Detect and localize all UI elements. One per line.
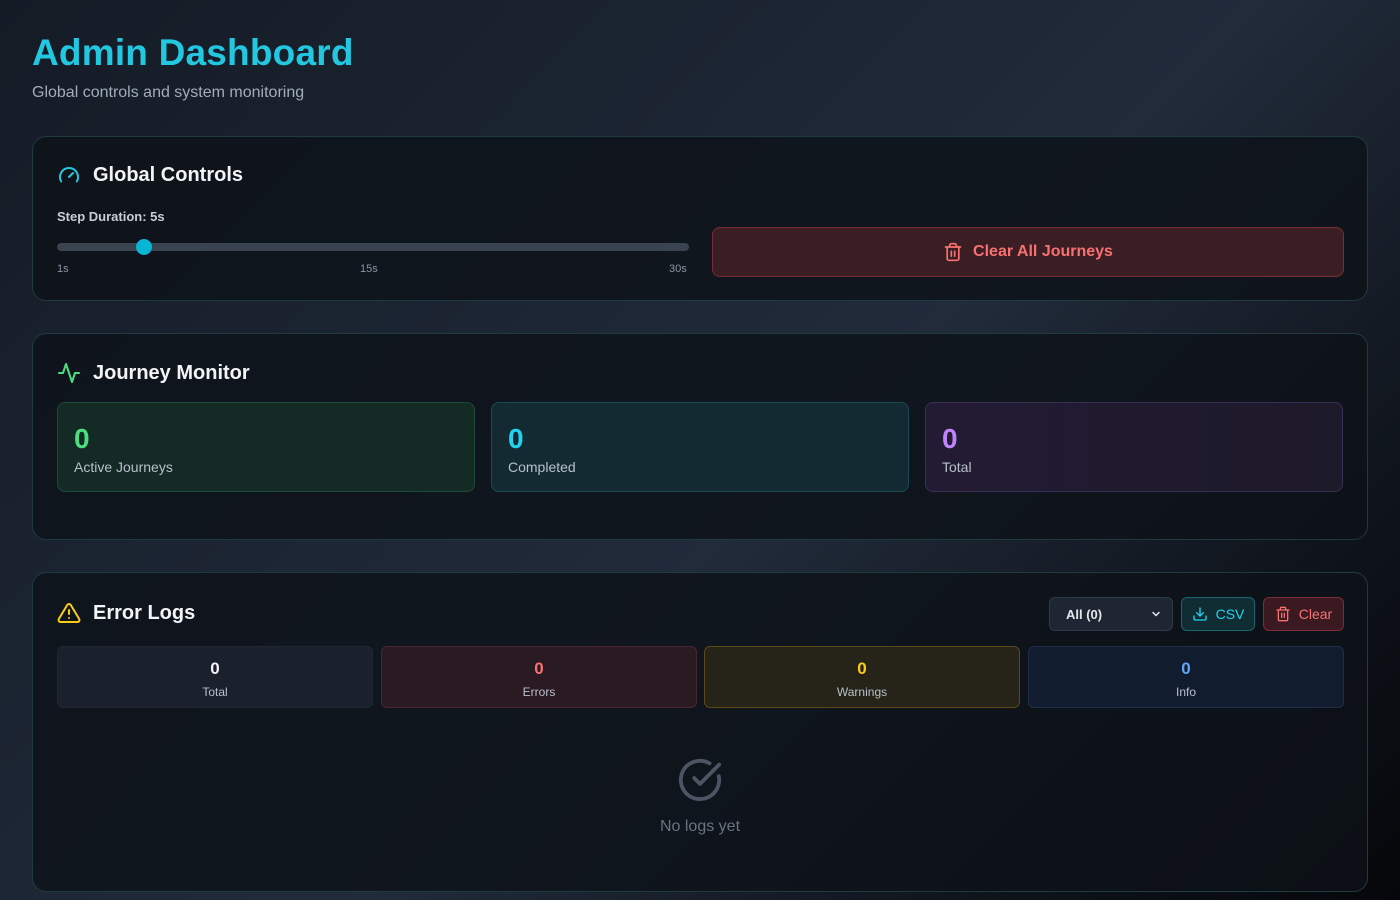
log-total-stat: 0 Total	[57, 646, 373, 708]
slider-thumb[interactable]	[136, 239, 153, 255]
log-total-value: 0	[210, 659, 220, 678]
export-csv-label: CSV	[1215, 606, 1245, 622]
global-controls-header: Global Controls	[57, 163, 243, 187]
page-subtitle: Global controls and system monitoring	[32, 84, 305, 101]
logs-empty-state: No logs yet	[33, 757, 1367, 836]
log-info-value: 0	[1181, 659, 1191, 678]
log-total-label: Total	[202, 685, 228, 699]
log-info-label: Info	[1175, 685, 1196, 699]
global-controls-card: Global Controls Step Duration: 5s 1s 15s…	[32, 136, 1368, 301]
slider-tick-mid: 15s	[360, 263, 378, 275]
log-errors-stat: 0 Errors	[381, 646, 697, 708]
completed-journeys-value: 0	[508, 423, 524, 454]
log-warnings-value: 0	[857, 659, 867, 678]
activity-icon	[57, 361, 81, 385]
error-logs-card: Error Logs All (0) CSV Clear 0 Total 0 E…	[32, 572, 1368, 892]
journey-monitor-header: Journey Monitor	[57, 361, 250, 385]
clear-logs-button[interactable]: Clear	[1263, 597, 1344, 631]
log-filter-value: All (0)	[1066, 606, 1103, 622]
total-journeys-stat: 0 Total	[925, 402, 1343, 492]
log-errors-value: 0	[534, 659, 544, 678]
warning-icon	[57, 601, 81, 625]
check-circle-icon	[677, 757, 723, 803]
download-icon	[1192, 606, 1208, 622]
active-journeys-label: Active Journeys	[74, 459, 173, 475]
log-errors-label: Errors	[522, 685, 556, 699]
step-duration-slider[interactable]	[57, 239, 689, 255]
trash-icon	[943, 242, 963, 262]
log-warnings-stat: 0 Warnings	[704, 646, 1020, 708]
active-journeys-stat: 0 Active Journeys	[57, 402, 475, 492]
gauge-icon	[57, 163, 81, 187]
clear-logs-label: Clear	[1298, 606, 1333, 622]
chevron-down-icon	[1150, 608, 1162, 620]
page-title: Admin Dashboard	[32, 32, 354, 73]
total-journeys-label: Total	[942, 459, 972, 475]
active-journeys-value: 0	[74, 423, 90, 454]
global-controls-title: Global Controls	[93, 163, 243, 186]
total-journeys-value: 0	[942, 423, 958, 454]
journey-monitor-card: Journey Monitor 0 Active Journeys 0 Comp…	[32, 333, 1368, 540]
trash-icon	[1275, 606, 1291, 622]
error-logs-header: Error Logs	[57, 601, 195, 625]
slider-tick-min: 1s	[57, 263, 69, 275]
log-warnings-label: Warnings	[836, 685, 888, 699]
completed-journeys-stat: 0 Completed	[491, 402, 909, 492]
log-filter-select[interactable]: All (0)	[1049, 597, 1173, 631]
error-logs-title: Error Logs	[93, 601, 196, 624]
clear-all-journeys-label: Clear All Journeys	[973, 243, 1113, 260]
journey-monitor-title: Journey Monitor	[93, 361, 250, 384]
export-csv-button[interactable]: CSV	[1181, 597, 1255, 631]
clear-all-journeys-button[interactable]: Clear All Journeys	[712, 227, 1344, 277]
log-info-stat: 0 Info	[1028, 646, 1344, 708]
completed-journeys-label: Completed	[508, 459, 576, 475]
slider-tick-max: 30s	[669, 263, 687, 275]
logs-empty-text: No logs yet	[659, 818, 741, 835]
step-duration-label: Step Duration: 5s	[57, 209, 165, 224]
